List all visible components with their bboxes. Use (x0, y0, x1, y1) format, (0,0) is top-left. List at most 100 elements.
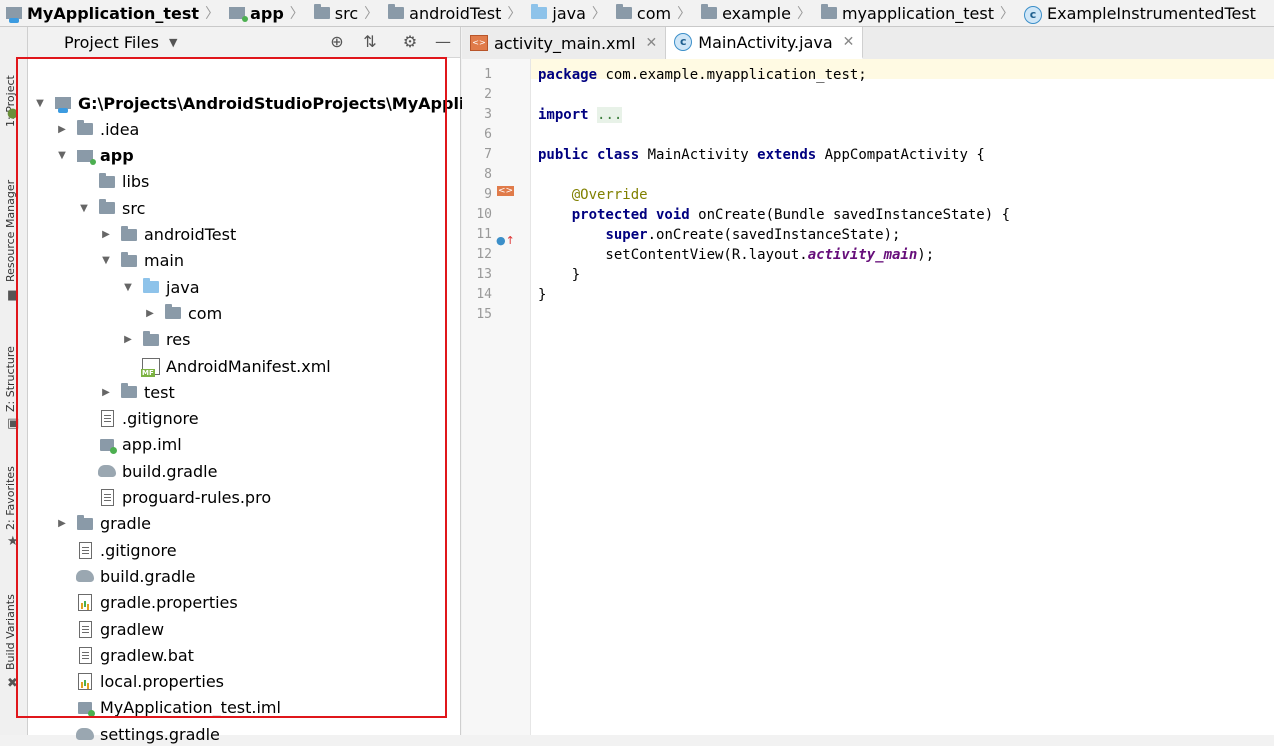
expand-arrow-icon[interactable]: ▼ (34, 98, 46, 109)
package-icon (820, 3, 837, 19)
tree-icon-wrap (98, 465, 116, 478)
tree-node[interactable]: ▶ test (100, 380, 175, 404)
tree-node[interactable]: ▼ G:\Projects\AndroidStudioProjects\MyApp… (34, 91, 492, 115)
gear-icon[interactable]: ⚙ (401, 33, 419, 51)
structure-tool-tab[interactable]: Z: Structure (4, 346, 17, 412)
tree-node[interactable]: .gitignore (78, 407, 199, 431)
tree-node[interactable]: MyApplication_test.iml (56, 696, 281, 720)
breadcrumb-item[interactable]: MyApplication_test 〉 (0, 0, 223, 26)
collapse-arrow-icon[interactable]: ▶ (122, 334, 134, 345)
collapse-arrow-icon[interactable]: ▶ (100, 229, 112, 240)
folded-imports[interactable]: ... (597, 107, 623, 123)
favorites-tool-tab[interactable]: 2: Favorites (4, 466, 17, 530)
tree-node[interactable]: ▼ app (56, 144, 134, 168)
breadcrumb-item[interactable]: app 〉 (223, 0, 308, 26)
breadcrumb-icon-wrap (313, 3, 330, 23)
tree-icon-wrap (76, 120, 94, 136)
build-variants-tool-tab[interactable]: Build Variants (4, 594, 17, 670)
tree-node[interactable]: build.gradle (56, 564, 195, 588)
layout-marker-icon[interactable]: <> (497, 186, 515, 196)
line-number: 13 (476, 267, 492, 282)
breadcrumb-item[interactable]: java 〉 (525, 0, 610, 26)
tree-node[interactable]: ▶ gradle (56, 512, 151, 536)
tree-node[interactable]: proguard-rules.pro (78, 486, 271, 510)
tree-node-label: proguard-rules.pro (122, 488, 272, 507)
tree-icon-wrap (76, 701, 95, 717)
tree-node-label: main (144, 251, 184, 271)
tree-node-label: androidTest (144, 225, 237, 244)
editor-gutter: <> ●↑ 1 2 3 6 7 8 9 10 11 12 13 14 15 (462, 59, 531, 735)
tree-node[interactable]: app.iml (78, 433, 182, 457)
collapse-arrow-icon[interactable]: ▶ (100, 387, 112, 398)
tree-node[interactable]: gradlew (56, 617, 164, 641)
tree-node[interactable]: ▼ main (100, 249, 184, 273)
tree-node-label: gradlew.bat (100, 645, 194, 665)
folder-icon (388, 3, 405, 19)
tree-node[interactable]: build.gradle (78, 459, 217, 483)
tree-node[interactable]: ▼ src (78, 196, 145, 220)
collapse-arrow-icon[interactable]: ▶ (144, 308, 156, 319)
chevron-down-icon[interactable]: ▼ (169, 36, 177, 49)
tree-node[interactable]: ▼ java (122, 275, 200, 299)
breadcrumb-item[interactable]: src 〉 (308, 0, 382, 26)
tree-node[interactable]: libs (78, 170, 149, 194)
tree-node[interactable]: ▶ com (144, 301, 222, 325)
expand-arrow-icon[interactable]: ▼ (78, 203, 90, 214)
chevron-right-icon: 〉 (677, 6, 692, 22)
line-number: 9 (484, 187, 492, 202)
close-icon[interactable]: ✕ (843, 34, 855, 50)
tree-node[interactable]: local.properties (56, 670, 224, 694)
tree-node[interactable]: ▶ androidTest (100, 223, 236, 247)
breadcrumb-item[interactable]: myapplication_test 〉 (815, 0, 1018, 26)
tree-node[interactable]: settings.gradle (56, 722, 220, 746)
breadcrumb-icon-wrap (701, 3, 718, 23)
tree-icon-wrap (142, 278, 160, 294)
code-line: super.onCreate(savedInstanceState); (538, 225, 900, 245)
collapse-arrow-icon[interactable]: ▶ (56, 124, 68, 135)
tree-node[interactable]: gradlew.bat (56, 643, 194, 667)
resource-manager-tool-tab[interactable]: Resource Manager (4, 180, 17, 282)
tree-node[interactable]: ▶ .idea (56, 117, 139, 141)
project-panel-header: Project Files ▼ ⊕ ⇅ ⚙ — (28, 27, 460, 58)
tree-node[interactable]: .gitignore (56, 538, 177, 562)
close-icon[interactable]: ✕ (646, 35, 658, 51)
navigation-breadcrumb: MyApplication_test 〉 app 〉 src 〉 androidTest 〉 j… (0, 0, 1274, 27)
breadcrumb-item[interactable]: c ExampleInstrumentedTest (1018, 0, 1260, 26)
expand-arrow-icon[interactable]: ▼ (100, 255, 112, 266)
editor-tab-label: activity_main.xml (494, 33, 636, 53)
breadcrumb-label: java (552, 3, 586, 23)
breadcrumb-item[interactable]: com 〉 (610, 0, 695, 26)
tree-node[interactable]: AndroidManifest.xml (122, 354, 331, 378)
collapse-all-icon[interactable]: ⇅ (361, 33, 379, 51)
code-token: protected void (571, 207, 690, 223)
editor-tab[interactable]: c MainActivity.java ✕ (666, 27, 864, 59)
code-token: MainActivity (639, 147, 758, 163)
tree-node-label: build.gradle (100, 566, 196, 586)
breadcrumb-item[interactable]: androidTest 〉 (382, 0, 525, 26)
expand-arrow-icon[interactable]: ▼ (122, 282, 134, 293)
tree-icon-wrap (76, 149, 96, 165)
chevron-right-icon: 〉 (289, 6, 304, 22)
code-token: com.example.myapplication_test; (597, 67, 867, 83)
folder-icon (77, 120, 93, 136)
breadcrumb-item[interactable]: example 〉 (695, 0, 815, 26)
override-marker-icon[interactable]: ●↑ (496, 234, 515, 247)
project-view-selector[interactable]: Project Files (64, 33, 159, 52)
collapse-arrow-icon[interactable]: ▶ (56, 518, 68, 529)
folder-icon (99, 199, 115, 215)
tree-node-label: build.gradle (122, 461, 218, 481)
code-line: public class MainActivity extends AppCom… (538, 145, 985, 165)
code-line: setContentView(R.layout.activity_main); (538, 245, 934, 265)
expand-arrow-icon[interactable]: ▼ (56, 150, 68, 161)
tree-node[interactable]: gradle.properties (56, 591, 238, 615)
minimize-icon[interactable]: — (434, 33, 452, 51)
editor-tab[interactable]: <> activity_main.xml ✕ (462, 27, 667, 59)
locate-icon[interactable]: ⊕ (328, 33, 346, 51)
tree-node[interactable]: ▶ res (122, 328, 190, 352)
breadcrumb-label: com (636, 3, 672, 23)
star-icon: ★ (7, 534, 19, 549)
line-number: 14 (476, 287, 492, 302)
tree-node-label: java (166, 277, 200, 297)
android-icon: ● (7, 106, 19, 121)
